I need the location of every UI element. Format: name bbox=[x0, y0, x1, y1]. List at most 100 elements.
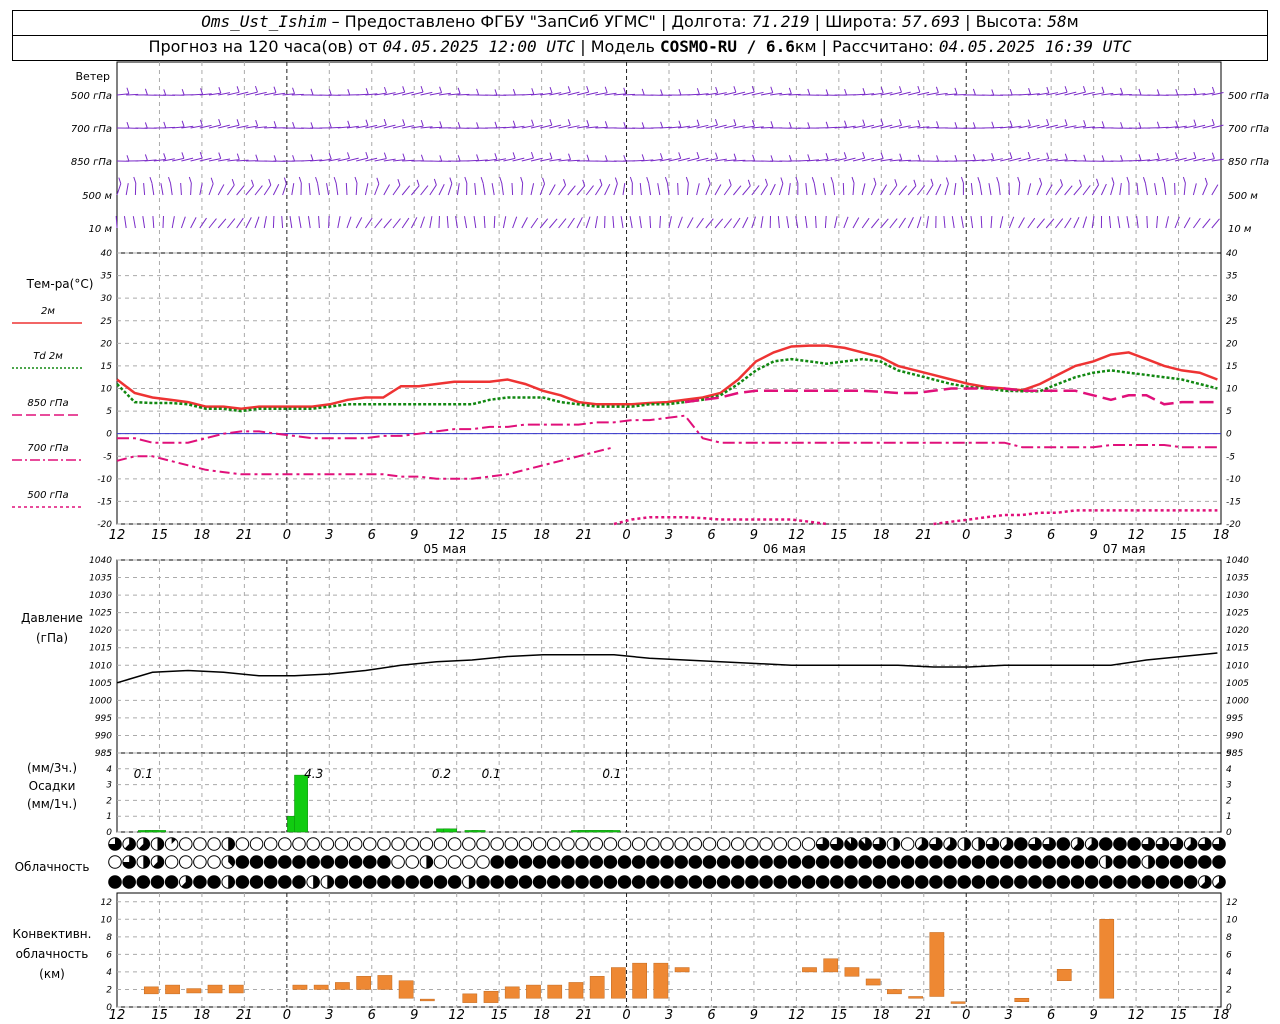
cloud-symbol bbox=[1212, 837, 1226, 851]
wind-barb bbox=[1119, 183, 1122, 196]
cloud-circle bbox=[787, 837, 802, 851]
cloud-symbol bbox=[362, 855, 377, 869]
cloud-symbol bbox=[490, 855, 504, 869]
cloud-symbol bbox=[362, 875, 377, 889]
wind-barb bbox=[705, 218, 714, 229]
cloud-circle bbox=[249, 855, 264, 869]
wind-barb-feather bbox=[268, 178, 272, 186]
conv-bar bbox=[1099, 919, 1115, 999]
cloud-symbol bbox=[985, 875, 1000, 889]
cloud-symbol bbox=[971, 855, 986, 869]
precip-panel-ytick-right: 1 bbox=[1226, 812, 1232, 822]
wind-barb bbox=[483, 215, 486, 229]
wind-barb bbox=[970, 216, 974, 229]
cloud-symbol bbox=[589, 855, 604, 869]
wind-barb bbox=[530, 217, 539, 229]
temp-xtick: 0 bbox=[622, 528, 630, 543]
wind-barb-feather bbox=[168, 176, 171, 184]
cloud-symbol bbox=[1198, 837, 1212, 851]
cloud-circle bbox=[178, 855, 193, 869]
wind-barb-feather bbox=[420, 154, 424, 161]
cloud-circle bbox=[1042, 875, 1056, 889]
wind-barb-feather bbox=[604, 155, 608, 162]
cloud-symbol bbox=[872, 855, 887, 869]
wind-barb bbox=[1091, 184, 1099, 196]
cloud-circle bbox=[476, 837, 490, 851]
wind-barb-feather bbox=[542, 177, 546, 184]
cloud-fill bbox=[143, 855, 150, 869]
conv-bar bbox=[356, 976, 371, 990]
cloud-symbol bbox=[730, 855, 745, 869]
cloud-symbol bbox=[631, 855, 646, 869]
cloud-circle bbox=[971, 855, 986, 869]
wind-barb-feather bbox=[457, 87, 461, 94]
precip-total-label: 0.2 bbox=[432, 767, 451, 781]
conv-panel-ytick-right: 4 bbox=[1226, 968, 1232, 978]
wind-barb-feather bbox=[629, 176, 633, 184]
cloud-symbol bbox=[688, 855, 703, 869]
wind-barb bbox=[723, 184, 732, 196]
wind-level-right: 850 гПа bbox=[1228, 157, 1269, 168]
wind-barb-feather bbox=[659, 153, 663, 160]
wind-barb bbox=[539, 183, 546, 196]
cloud-symbol bbox=[1070, 837, 1085, 851]
wind-barb-feather bbox=[1126, 176, 1130, 184]
cloud-symbol bbox=[178, 837, 193, 851]
cloud-circle bbox=[193, 875, 207, 889]
wind-barb-feather bbox=[181, 89, 185, 96]
wind-barb-feather bbox=[126, 87, 130, 94]
temp-xtick: 6 bbox=[707, 528, 715, 543]
cloud-symbol bbox=[830, 837, 844, 851]
wind-barb-feather bbox=[954, 122, 958, 129]
wind-barb-feather bbox=[614, 177, 618, 184]
wind-barb bbox=[281, 215, 284, 229]
cloud-symbol bbox=[278, 855, 292, 869]
cloud-symbol bbox=[1127, 837, 1141, 851]
wind-barb-feather bbox=[936, 121, 940, 128]
wind-barb bbox=[1108, 216, 1112, 229]
cloud-symbol bbox=[1014, 855, 1028, 869]
cloud-symbol bbox=[1127, 875, 1141, 889]
cloud-symbol bbox=[292, 875, 306, 889]
cloud-circle bbox=[688, 875, 703, 889]
conv-xtick: 9 bbox=[750, 1008, 758, 1023]
cloud-fill bbox=[844, 837, 858, 851]
wind-barb bbox=[493, 215, 496, 229]
cloud-symbol bbox=[476, 837, 490, 851]
cloud-circle bbox=[1113, 837, 1127, 851]
cloud-symbol bbox=[348, 875, 363, 889]
cloud-circle bbox=[178, 837, 193, 851]
temp-panel-ytick-left: 0 bbox=[106, 430, 112, 440]
wind-barb-feather bbox=[733, 119, 737, 126]
wind-barb-feather bbox=[1079, 179, 1082, 186]
wind-barb bbox=[970, 183, 974, 196]
wind-barb bbox=[659, 215, 662, 229]
cloud-symbol bbox=[914, 855, 929, 869]
wind-barb-feather bbox=[917, 85, 921, 93]
cloud-symbol bbox=[377, 875, 391, 889]
cloud-symbol bbox=[914, 837, 929, 851]
cloud-circle bbox=[575, 875, 589, 889]
wind-barb bbox=[979, 183, 983, 196]
wind-barb-feather bbox=[1211, 152, 1215, 159]
wind-barb bbox=[1018, 183, 1021, 196]
cloud-circle bbox=[504, 855, 519, 869]
wind-barb-feather bbox=[894, 179, 898, 186]
cloud-symbol bbox=[929, 855, 943, 869]
pressure-title: Давление bbox=[21, 611, 83, 625]
wind-barb-feather bbox=[144, 122, 148, 129]
cloud-circle bbox=[433, 837, 448, 851]
wind-barb-feather bbox=[310, 154, 314, 161]
wind-barb-feather bbox=[1138, 88, 1142, 96]
wind-level-left: 500 м bbox=[82, 191, 112, 202]
wind-barb bbox=[1054, 185, 1063, 196]
conv-bar bbox=[504, 986, 520, 999]
wind-barb bbox=[998, 183, 1001, 196]
wind-barb bbox=[530, 183, 535, 196]
wind-barb bbox=[1018, 217, 1025, 229]
conv-panel-ytick-left: 8 bbox=[106, 933, 112, 943]
cloud-circle bbox=[801, 837, 816, 851]
cloud-symbol bbox=[292, 855, 306, 869]
precip-panel-ytick-left: 4 bbox=[106, 765, 112, 775]
wind-barb bbox=[132, 216, 136, 229]
